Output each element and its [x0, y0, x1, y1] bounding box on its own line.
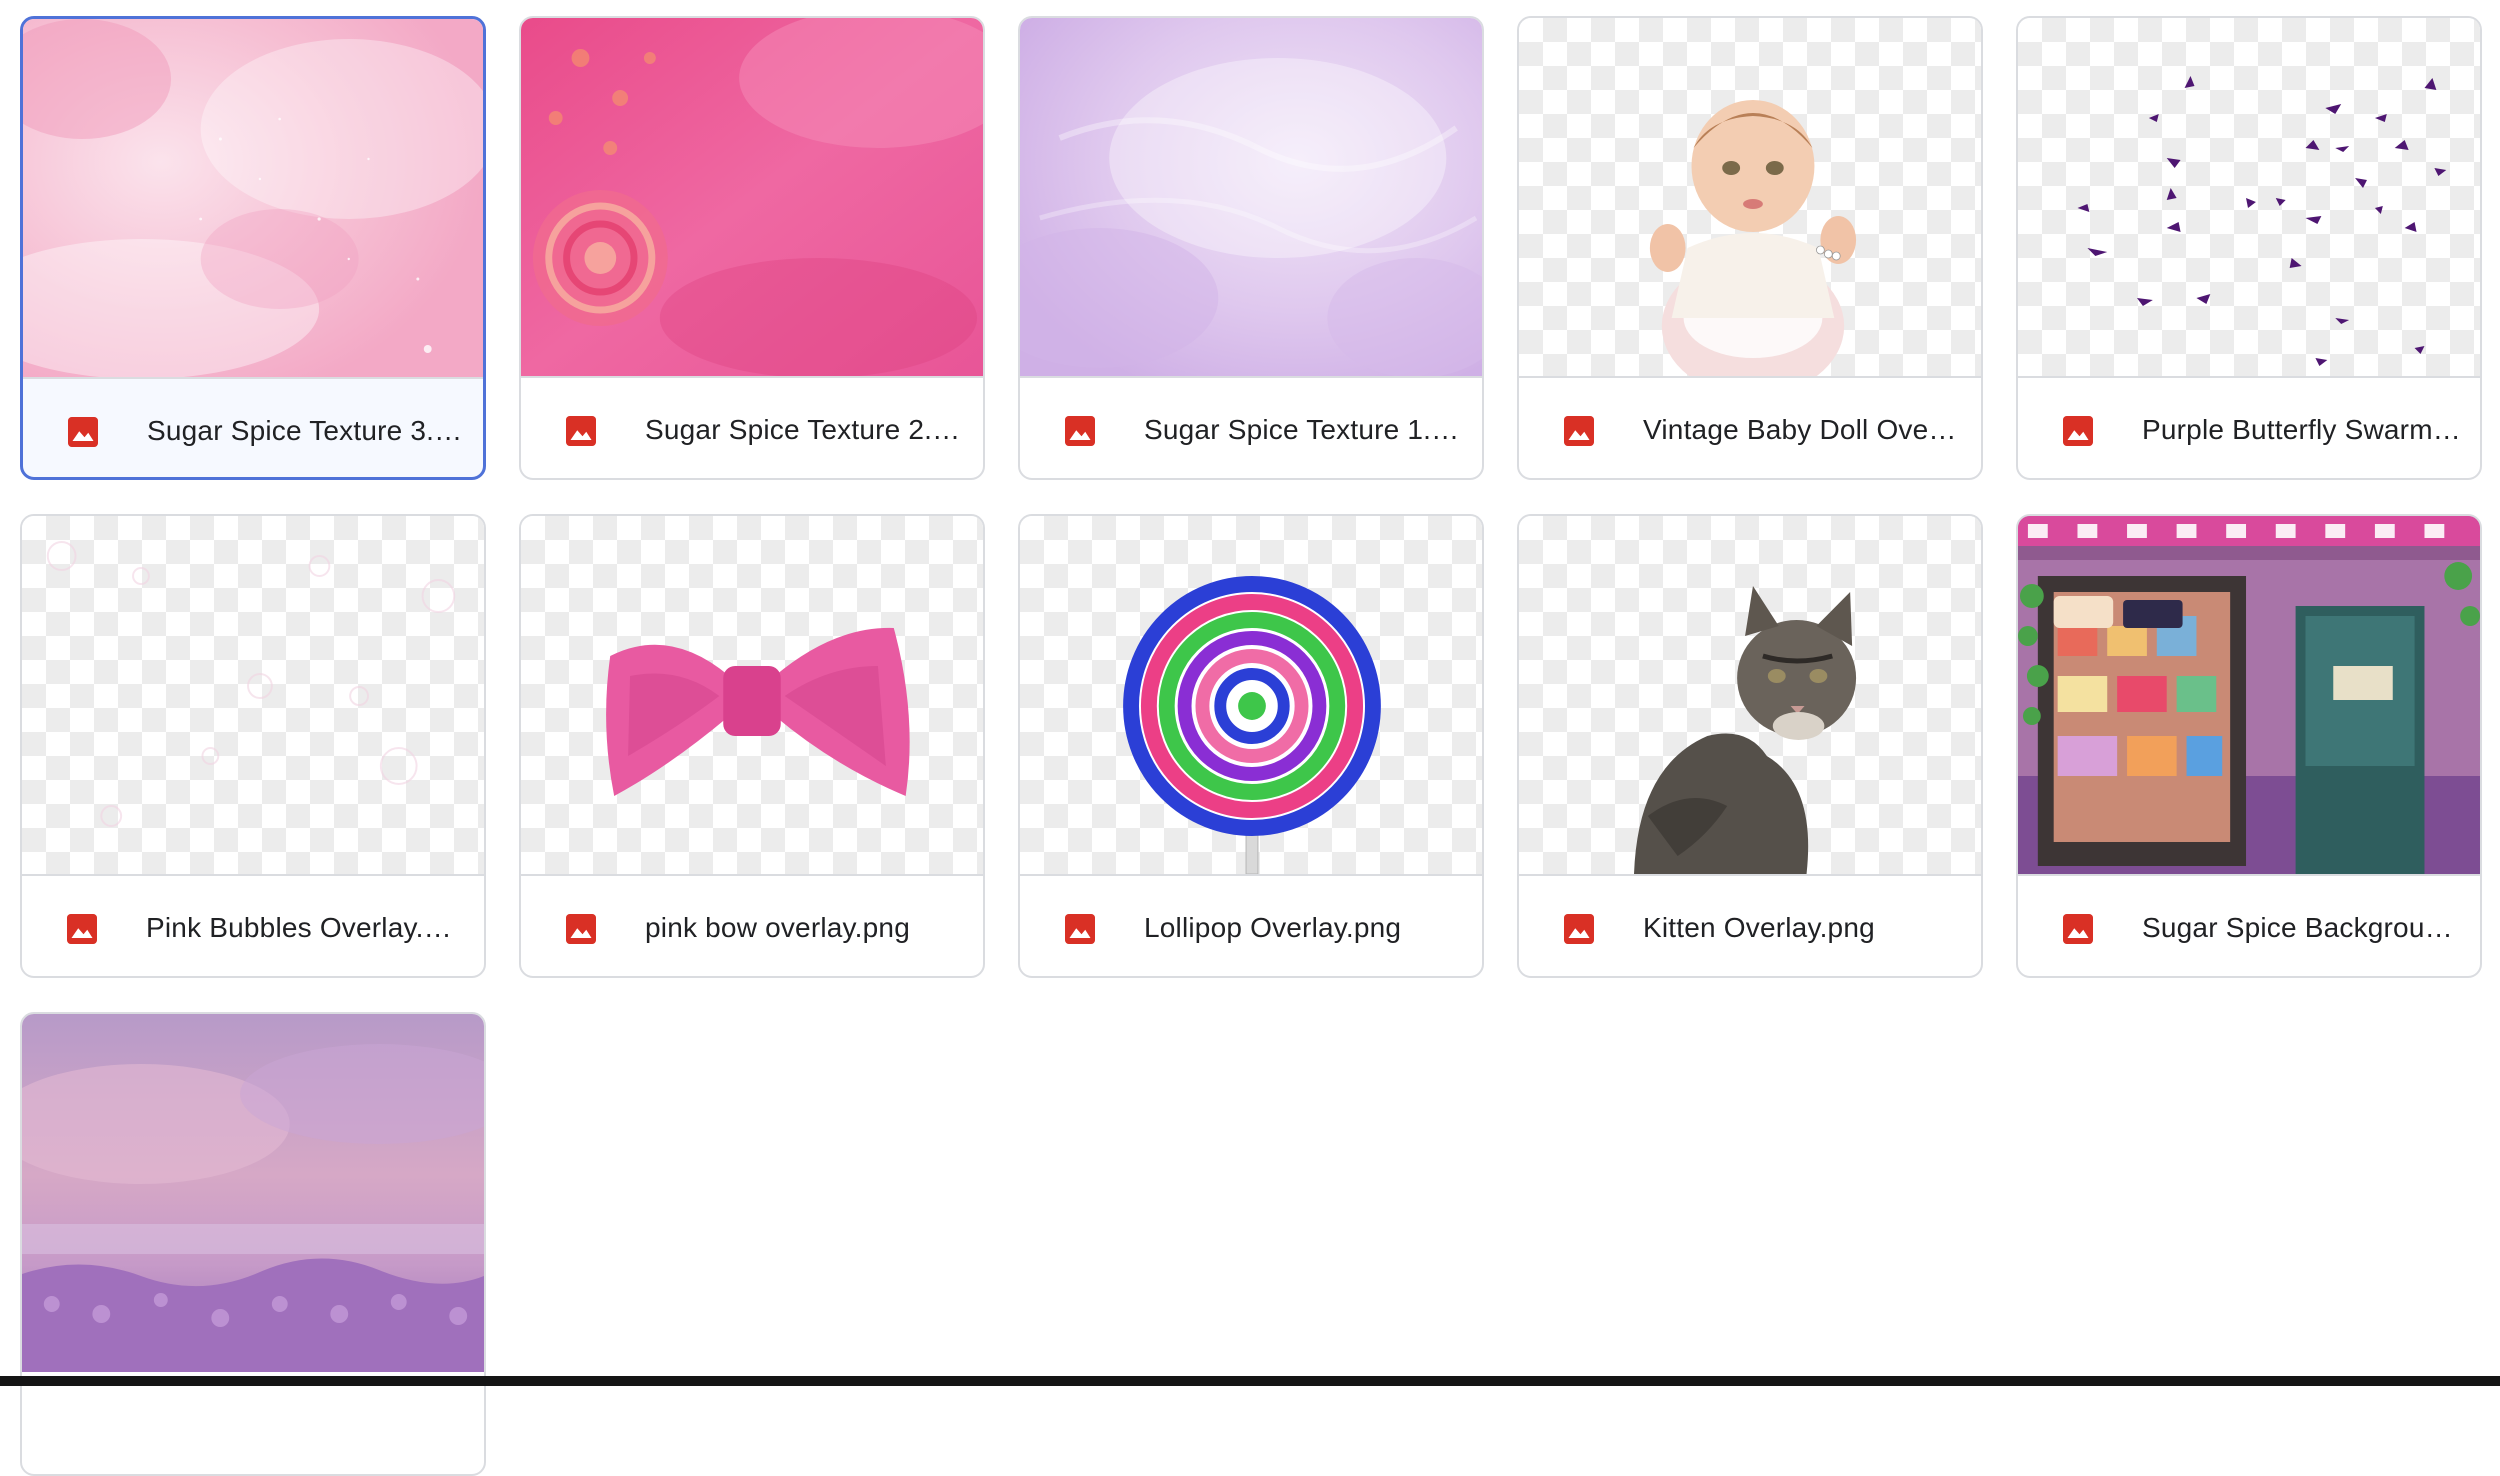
file-thumbnail — [1020, 516, 1482, 874]
file-name: Sugar Spice Background.jpg — [2142, 912, 2462, 943]
image-file-icon — [67, 914, 97, 944]
file-thumbnail — [22, 516, 484, 874]
file-card-pink-bow-overlay[interactable]: pink bow overlay.png — [519, 514, 985, 978]
image-file-icon — [2063, 914, 2093, 944]
file-caption: Kitten Overlay.png — [1519, 874, 1981, 976]
file-name: Pink Bubbles Overlay.png — [146, 912, 466, 943]
file-name: Lollipop Overlay.png — [1144, 912, 1402, 943]
file-name: pink bow overlay.png — [645, 912, 910, 943]
file-name: Purple Butterfly Swarm Overlay.png — [2142, 414, 2462, 445]
image-file-icon — [566, 914, 596, 944]
file-grid: Sugar Spice Texture 3.jpg Sugar Spice Te… — [0, 0, 2500, 1476]
image-file-icon — [566, 416, 596, 446]
file-caption: Sugar Spice Texture 3.jpg — [23, 377, 483, 477]
image-file-icon — [1065, 914, 1095, 944]
file-thumbnail — [521, 516, 983, 874]
file-caption: Sugar Spice Texture 1.jpg — [1020, 376, 1482, 478]
file-name: Vintage Baby Doll Overlay.png — [1643, 414, 1963, 445]
file-thumbnail — [23, 19, 483, 377]
file-caption: Lollipop Overlay.png — [1020, 874, 1482, 976]
file-name: Sugar Spice Texture 3.jpg — [147, 415, 467, 446]
image-file-icon — [68, 417, 98, 447]
file-caption: Vintage Baby Doll Overlay.png — [1519, 376, 1981, 478]
file-card-sugar-spice-background[interactable]: Sugar Spice Background.jpg — [2016, 514, 2482, 978]
file-name: Sugar Spice Texture 1.jpg — [1144, 414, 1464, 445]
image-file-icon — [1564, 914, 1594, 944]
window-bottom-edge — [0, 1376, 2500, 1386]
file-caption: Sugar Spice Background.jpg — [2018, 874, 2480, 976]
file-name: Sugar Spice Texture 2.jpg — [645, 414, 965, 445]
file-card-sugar-spice-texture-1[interactable]: Sugar Spice Texture 1.jpg — [1018, 16, 1484, 480]
image-file-icon — [2063, 416, 2093, 446]
file-name: Kitten Overlay.png — [1643, 912, 1875, 943]
file-caption: pink bow overlay.png — [521, 874, 983, 976]
file-card-purple-butterfly-swarm-overlay[interactable]: Purple Butterfly Swarm Overlay.png — [2016, 16, 2482, 480]
file-card-kitten-overlay[interactable]: Kitten Overlay.png — [1517, 514, 1983, 978]
file-thumbnail — [2018, 18, 2480, 376]
image-file-icon — [1065, 416, 1095, 446]
file-card-lavender-field[interactable] — [20, 1012, 486, 1476]
image-file-icon — [1564, 416, 1594, 446]
file-card-vintage-baby-doll-overlay[interactable]: Vintage Baby Doll Overlay.png — [1517, 16, 1983, 480]
file-caption: Sugar Spice Texture 2.jpg — [521, 376, 983, 478]
file-card-sugar-spice-texture-3[interactable]: Sugar Spice Texture 3.jpg — [20, 16, 486, 480]
file-card-pink-bubbles-overlay[interactable]: Pink Bubbles Overlay.png — [20, 514, 486, 978]
file-thumbnail — [1519, 18, 1981, 376]
file-thumbnail — [22, 1014, 484, 1372]
file-caption: Purple Butterfly Swarm Overlay.png — [2018, 376, 2480, 478]
file-thumbnail — [521, 18, 983, 376]
file-thumbnail — [1519, 516, 1981, 874]
file-card-lollipop-overlay[interactable]: Lollipop Overlay.png — [1018, 514, 1484, 978]
file-thumbnail — [1020, 18, 1482, 376]
file-thumbnail — [2018, 516, 2480, 874]
file-card-sugar-spice-texture-2[interactable]: Sugar Spice Texture 2.jpg — [519, 16, 985, 480]
file-caption: Pink Bubbles Overlay.png — [22, 874, 484, 976]
